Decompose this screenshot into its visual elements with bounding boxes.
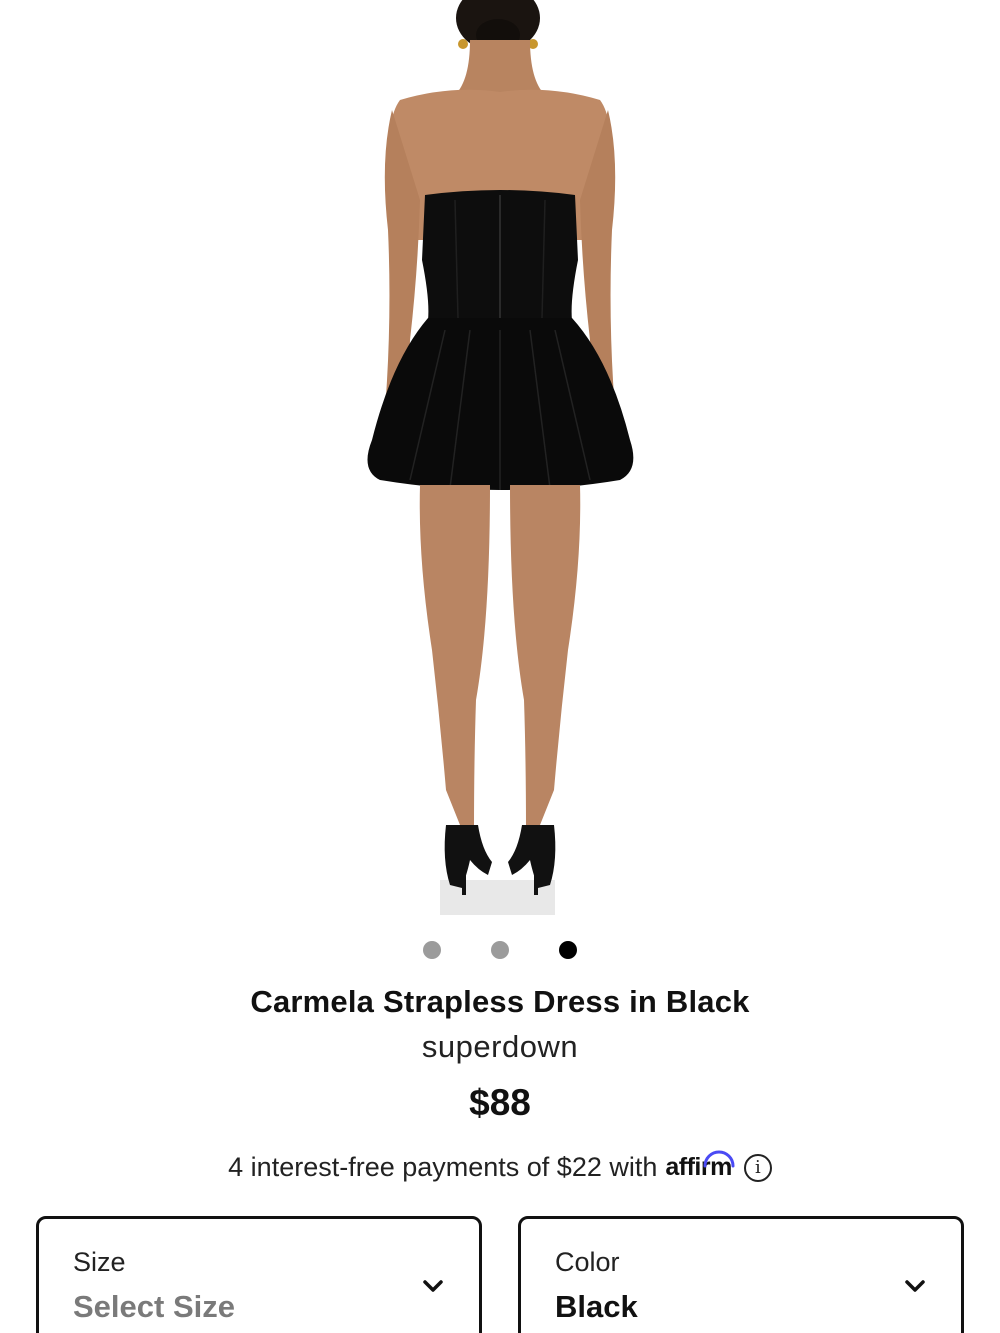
product-brand[interactable]: superdown <box>0 1029 1000 1065</box>
color-select[interactable]: Color Black <box>518 1216 964 1333</box>
installments-info: 4 interest-free payments of $22 with aff… <box>0 1150 1000 1183</box>
product-title: Carmela Strapless Dress in Black <box>250 984 750 1019</box>
carousel-dot-2[interactable] <box>491 941 509 959</box>
product-price: $88 <box>469 1082 531 1123</box>
carousel-dot-3[interactable] <box>559 941 577 959</box>
size-select[interactable]: Size Select Size <box>36 1216 482 1333</box>
chevron-down-icon <box>423 1280 443 1292</box>
product-image[interactable] <box>0 0 1000 920</box>
size-value: Select Size <box>73 1289 235 1324</box>
size-label: Size <box>73 1247 126 1277</box>
product-page: Carmela Strapless Dress in Black superdo… <box>0 0 1000 1333</box>
color-value: Black <box>555 1289 638 1324</box>
affirm-logo: affirm <box>665 1150 735 1182</box>
info-icon[interactable]: i <box>743 1153 772 1182</box>
model-photo <box>367 0 634 915</box>
affirm-arc-icon <box>703 1150 735 1168</box>
image-carousel-dots <box>0 940 1000 960</box>
chevron-down-icon <box>905 1280 925 1292</box>
color-label: Color <box>555 1247 620 1277</box>
installments-text: 4 interest-free payments of $22 with <box>228 1152 658 1182</box>
carousel-dot-1[interactable] <box>423 941 441 959</box>
